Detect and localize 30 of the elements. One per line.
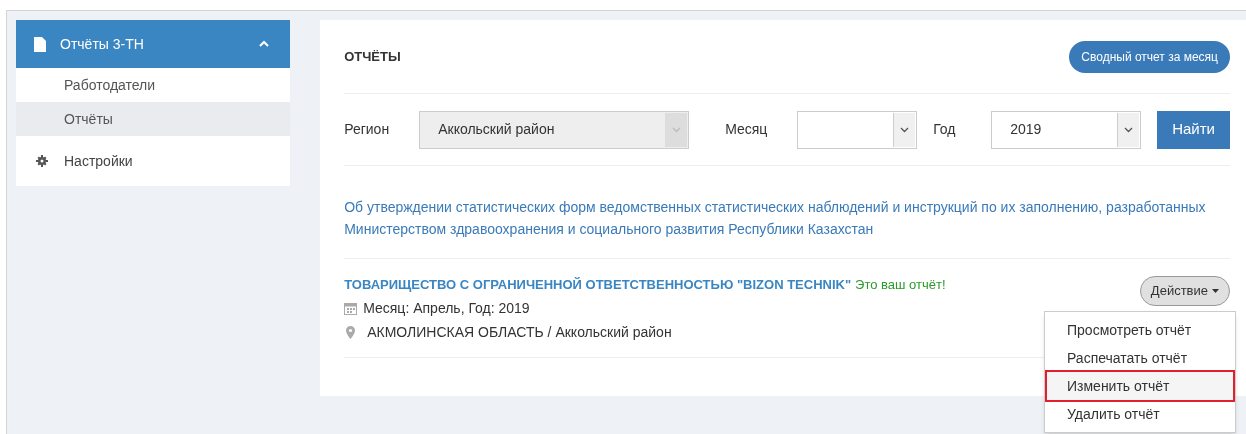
menu-item[interactable]: Изменить отчёт bbox=[1047, 372, 1233, 400]
report-period: Месяц: Апрель, Год: 2019 bbox=[363, 298, 530, 318]
panel-title: ОТЧЁТЫ bbox=[344, 47, 401, 66]
search-button[interactable]: Найти bbox=[1157, 110, 1230, 149]
chevron-down-icon bbox=[671, 126, 681, 133]
field-label: Регион bbox=[344, 120, 391, 139]
company-link[interactable]: ТОВАРИЩЕСТВО С ОГРАНИЧЕННОЙ ОТВЕТСТВЕННОСТЬЮ "BIZON TECHNIK" bbox=[344, 275, 852, 295]
report-location: АКМОЛИНСКАЯ ОБЛАСТЬ / Аккольский район bbox=[367, 322, 672, 342]
chevron-up-icon[interactable] bbox=[258, 40, 271, 48]
map-pin-icon bbox=[346, 325, 356, 339]
own-report-note: Это ваш отчёт! bbox=[855, 276, 946, 294]
sidebar-item[interactable]: Отчёты 3-ТН bbox=[16, 20, 291, 68]
caret-icon bbox=[1212, 289, 1219, 293]
settings-icon bbox=[36, 155, 48, 167]
sidebar-subitem[interactable]: Отчёты bbox=[16, 102, 291, 136]
chevron-down-icon bbox=[900, 126, 910, 133]
field-label: Год bbox=[933, 120, 957, 139]
select-field[interactable] bbox=[797, 110, 918, 149]
menu-item[interactable]: Удалить отчёт bbox=[1047, 400, 1233, 428]
calendar-icon bbox=[344, 301, 358, 315]
select-field[interactable]: 2019 bbox=[991, 110, 1142, 149]
menu-item[interactable]: Распечатать отчёт bbox=[1047, 344, 1233, 372]
notice-link[interactable]: Об утверждении статистических форм ведомственных статистических наблюдений и инструкций по их заполнению, разработанных Министерством здравоохранения и социального развития Республики Казахстан bbox=[344, 166, 1230, 259]
menu-item[interactable]: Просмотреть отчёт bbox=[1047, 316, 1233, 344]
chevron-down-icon bbox=[1124, 126, 1134, 133]
summary-button[interactable]: Сводный отчет за месяц bbox=[1069, 40, 1230, 73]
field-label: Месяц bbox=[725, 120, 769, 139]
action-button[interactable]: Действие bbox=[1139, 276, 1230, 306]
sidebar-item[interactable]: Настройки bbox=[16, 136, 291, 186]
document-icon bbox=[34, 36, 46, 52]
